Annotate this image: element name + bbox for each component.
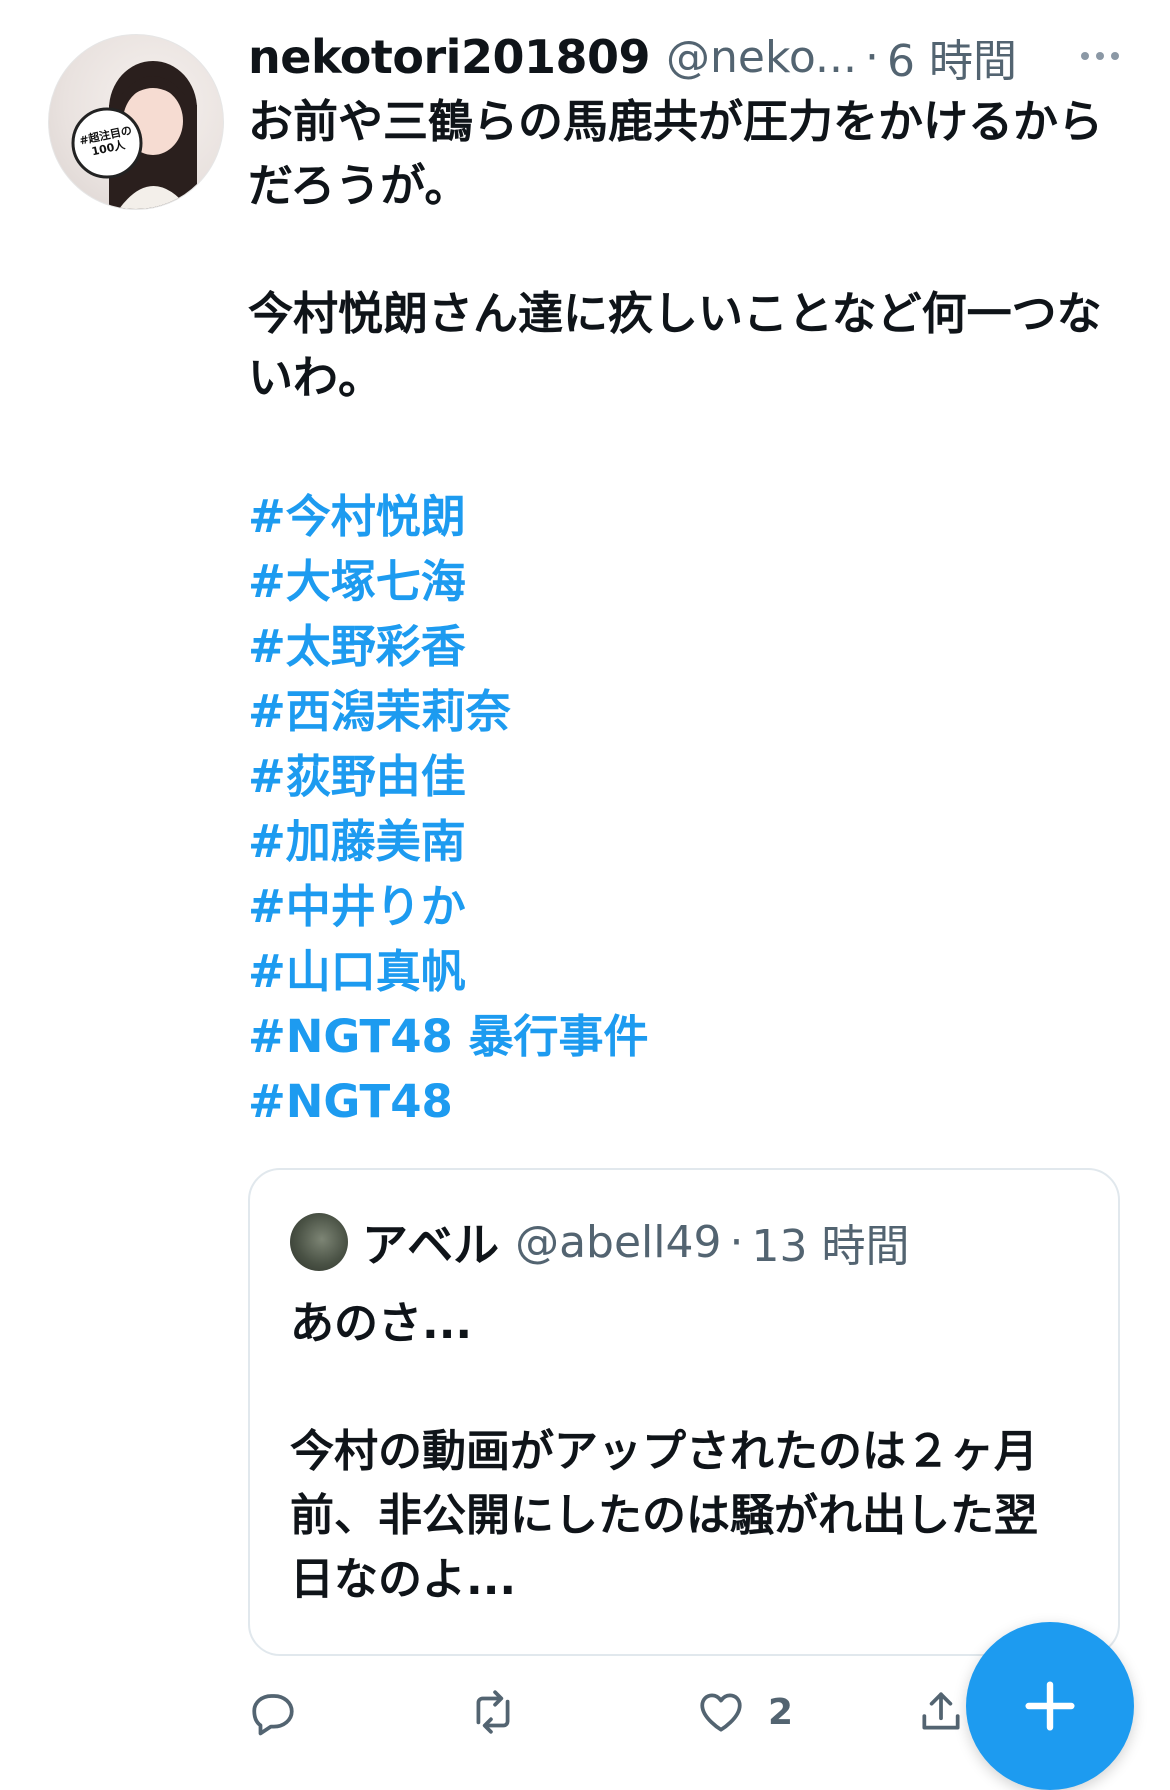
quoted-paragraph: あのさ...: [290, 1298, 473, 1349]
retweet-button[interactable]: [468, 1680, 518, 1744]
quoted-tweet-text: あのさ... 今村の動画がアップされたのは２ヶ月前、非公開にしたのは騒がれ出した…: [290, 1292, 1070, 1612]
share-button[interactable]: [916, 1680, 966, 1744]
hashtag-link[interactable]: #中井りか: [248, 874, 948, 939]
hashtag-link[interactable]: #西潟茉莉奈: [248, 679, 948, 744]
hashtag-link[interactable]: #今村悦朗: [248, 484, 948, 549]
hashtag-link[interactable]: #NGT48: [248, 1069, 948, 1134]
hashtag-list: #今村悦朗 #大塚七海 #太野彩香 #西潟茉莉奈 #荻野由佳 #加藤美南 #中井…: [248, 484, 948, 1134]
quoted-author-name: アベル: [362, 1218, 500, 1272]
tweet-header: nekotori201809 @neko... · 6 時間: [248, 22, 1128, 92]
tweet: #超注目の100人 nekotori201809 @neko... · 6 時間…: [0, 0, 1170, 1790]
quoted-author-handle: @abell49: [515, 1216, 722, 1268]
quoted-tweet-header: アベル @abell49 · 13 時間: [290, 1210, 909, 1274]
like-count: 2: [768, 1691, 794, 1733]
retweet-icon: [476, 1690, 510, 1734]
share-icon: [922, 1692, 960, 1730]
hashtag-link[interactable]: #山口真帆: [248, 939, 948, 1004]
heart-icon: [700, 1693, 742, 1732]
quoted-tweet-timestamp: 13 時間: [751, 1221, 910, 1272]
hashtag-link[interactable]: #荻野由佳: [248, 744, 948, 809]
compose-tweet-button[interactable]: [966, 1622, 1134, 1790]
like-button[interactable]: 2: [696, 1680, 793, 1744]
quoted-author-avatar: [290, 1213, 348, 1271]
tweet-text: お前や三鶴らの馬鹿共が圧力をかけるからだろうが。 今村悦朗さん達に疚しいことなど…: [248, 90, 1128, 410]
author-avatar[interactable]: #超注目の100人: [48, 34, 224, 210]
reply-button[interactable]: [248, 1680, 298, 1744]
more-options-icon[interactable]: [1070, 28, 1130, 84]
reply-icon: [252, 1694, 294, 1736]
author-handle[interactable]: @neko...: [666, 32, 857, 83]
quoted-tweet-card[interactable]: アベル @abell49 · 13 時間 あのさ... 今村の動画がアップされた…: [248, 1168, 1120, 1656]
hashtag-link[interactable]: #太野彩香: [248, 614, 948, 679]
author-display-name[interactable]: nekotori201809: [248, 30, 651, 84]
avatar-photo: [71, 61, 197, 209]
header-separator: ·: [864, 31, 879, 83]
hashtag-link[interactable]: #大塚七海: [248, 549, 948, 614]
hashtag-link[interactable]: #NGT48 暴行事件: [248, 1004, 948, 1069]
quoted-paragraph: 今村の動画がアップされたのは２ヶ月前、非公開にしたのは騒がれ出した翌日なのよ..…: [290, 1426, 1038, 1605]
quoted-header-separator: ·: [729, 1216, 744, 1268]
tweet-paragraph: お前や三鶴らの馬鹿共が圧力をかけるからだろうが。: [248, 95, 1104, 212]
plus-icon: [1025, 1681, 1075, 1731]
hashtag-link[interactable]: #加藤美南: [248, 809, 948, 874]
tweet-timestamp[interactable]: 6 時間: [887, 25, 1017, 89]
tweet-paragraph: 今村悦朗さん達に疚しいことなど何一つないわ。: [248, 287, 1102, 404]
